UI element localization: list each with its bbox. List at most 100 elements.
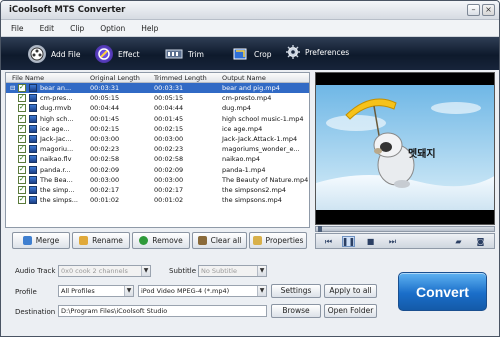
column-file-name[interactable]: File Name (12, 74, 44, 82)
destination-label: Destination (15, 308, 56, 316)
video-file-icon (29, 196, 37, 205)
profile-category-select[interactable]: All Profiles ▼ (58, 285, 134, 297)
table-row[interactable]: The Bea... 00:03:00 00:03:00 The Beauty of … (6, 175, 309, 185)
audio-track-value: 0x0 cook 2 channels (61, 267, 128, 275)
effect-button[interactable]: Effect (95, 45, 140, 63)
original-length-cell: 00:02:58 (90, 155, 120, 164)
table-row[interactable]: ⊟ bear an... 00:03:31 00:03:31 bear and pig.… (6, 83, 309, 94)
apply-to-all-button[interactable]: Apply to all (324, 284, 377, 298)
file-name-cell: panda.r... (40, 165, 71, 174)
menu-edit[interactable]: Edit (40, 24, 55, 33)
properties-button[interactable]: Properties (249, 232, 307, 249)
row-checkbox[interactable] (18, 114, 26, 123)
preview-caption: 멧돼지 (408, 149, 436, 160)
trim-button[interactable]: Trim (165, 45, 204, 63)
preview-frame-image (316, 73, 494, 224)
row-checkbox[interactable] (18, 124, 26, 133)
video-file-icon (29, 124, 37, 133)
profile-select[interactable]: iPod Video MPEG-4 (*.mp4) ▼ (138, 285, 267, 297)
effect-label: Effect (118, 49, 140, 59)
profile-category-value: All Profiles (61, 287, 95, 295)
table-row[interactable]: the simps... 00:01:02 00:01:02 the simpsons… (6, 195, 309, 205)
table-row[interactable]: magoriu... 00:02:23 00:02:23 magoriums_wond… (6, 144, 309, 154)
chevron-down-icon: ▼ (257, 266, 266, 276)
video-file-icon (29, 134, 37, 143)
crop-button[interactable]: Crop (231, 45, 272, 63)
table-row[interactable]: cm-pres... 00:05:15 00:05:15 cm-presto.mp4 (6, 93, 309, 103)
folder-icon[interactable]: ▰ (452, 236, 465, 247)
table-row[interactable]: high sch... 00:01:45 00:01:45 high school m… (6, 114, 309, 124)
file-name-cell: bear an... (40, 84, 72, 92)
menu-option[interactable]: Option (100, 24, 125, 33)
row-checkbox[interactable] (18, 93, 26, 103)
row-checkbox[interactable] (18, 165, 26, 174)
output-name-cell: Jack-Jack.Attack-1.mp4 (222, 134, 298, 143)
output-name-cell: dug.mp4 (222, 104, 252, 113)
chevron-down-icon: ▼ (124, 286, 133, 296)
video-file-icon (29, 94, 37, 103)
rename-button[interactable]: Rename (72, 232, 130, 249)
row-checkbox[interactable] (18, 185, 26, 194)
menu-clip[interactable]: Clip (70, 24, 84, 33)
table-row[interactable]: ice age... 00:02:15 00:02:15 ice age.mp4 (6, 124, 309, 134)
original-length-cell: 00:02:23 (90, 145, 120, 154)
next-frame-icon[interactable]: ⏭ (386, 236, 399, 247)
menu-help[interactable]: Help (141, 24, 158, 33)
stop-icon[interactable]: ■ (364, 236, 377, 247)
settings-button[interactable]: Settings (271, 284, 321, 298)
window-title: iCoolsoft MTS Converter (9, 5, 126, 15)
original-length-cell: 00:03:00 (90, 175, 120, 184)
column-original-length[interactable]: Original Length (90, 74, 140, 82)
profile-label: Profile (15, 288, 37, 296)
previous-frame-icon[interactable]: ⏮ (322, 236, 335, 247)
row-checkbox[interactable] (18, 103, 26, 113)
table-row[interactable]: naikao.flv 00:02:58 00:02:58 naikao.mp4 (6, 154, 309, 164)
clear-all-button[interactable]: Clear all (192, 232, 247, 249)
file-name-cell: the simp... (40, 185, 75, 194)
file-name-cell: dug.rmvb (40, 104, 72, 113)
minimize-button[interactable]: – (467, 4, 480, 16)
destination-input[interactable]: D:\Program Files\iCoolsoft Studio (58, 305, 267, 317)
convert-button[interactable]: Convert (398, 272, 487, 311)
file-list[interactable]: File Name Original Length Trimmed Length… (5, 72, 310, 228)
row-checkbox[interactable] (18, 175, 26, 184)
add-file-button[interactable]: Add File (28, 45, 80, 63)
file-name-cell: naikao.flv (40, 155, 72, 164)
column-trimmed-length[interactable]: Trimmed Length (154, 74, 207, 82)
pause-icon[interactable]: ❚❚ (342, 236, 355, 247)
toolbar: Add File Effect Trim Crop Preferences (1, 37, 499, 70)
merge-icon (22, 236, 32, 245)
column-output-name[interactable]: Output Name (222, 74, 266, 82)
row-checkbox[interactable] (18, 195, 26, 205)
snapshot-icon[interactable]: ◙ (474, 236, 487, 247)
open-folder-button[interactable]: Open Folder (324, 304, 377, 318)
preferences-button[interactable]: Preferences (286, 45, 349, 59)
broom-icon (197, 236, 207, 245)
close-button[interactable]: × (482, 4, 495, 16)
list-buttons: Merge Rename Remove Clear all Properties (5, 232, 310, 250)
playback-controls: ⏮ ❚❚ ■ ⏭ ▰ ◙ (315, 233, 495, 249)
row-checkbox[interactable] (18, 154, 26, 164)
rename-icon (79, 236, 89, 245)
subtitle-select[interactable]: No Subtitle ▼ (198, 265, 267, 277)
original-length-cell: 00:01:02 (90, 196, 120, 205)
table-row[interactable]: Jack-Jac... 00:03:00 00:03:00 Jack-Jack.Att… (6, 134, 309, 144)
menu-file[interactable]: File (11, 24, 24, 33)
table-row[interactable]: the simp... 00:02:17 00:02:17 the simpsons2… (6, 185, 309, 195)
merge-button[interactable]: Merge (12, 232, 70, 249)
seek-bar[interactable] (315, 226, 495, 232)
browse-button[interactable]: Browse (271, 304, 321, 318)
table-row[interactable]: panda.r... 00:02:09 00:02:09 panda-1.mp4 (6, 165, 309, 175)
chevron-down-icon: ▼ (141, 266, 150, 276)
audio-track-select[interactable]: 0x0 cook 2 channels ▼ (58, 265, 151, 277)
row-checkbox[interactable] (18, 134, 26, 143)
trim-icon (165, 45, 183, 63)
effect-icon (95, 45, 113, 63)
row-checkbox[interactable] (18, 144, 26, 154)
tree-toggle-icon[interactable]: ⊟ (10, 84, 15, 92)
row-checkbox[interactable] (18, 83, 26, 92)
remove-button[interactable]: Remove (132, 232, 190, 249)
seek-knob[interactable] (318, 226, 322, 232)
video-file-icon (29, 104, 37, 113)
table-row[interactable]: dug.rmvb 00:04:44 00:04:44 dug.mp4 (6, 103, 309, 113)
